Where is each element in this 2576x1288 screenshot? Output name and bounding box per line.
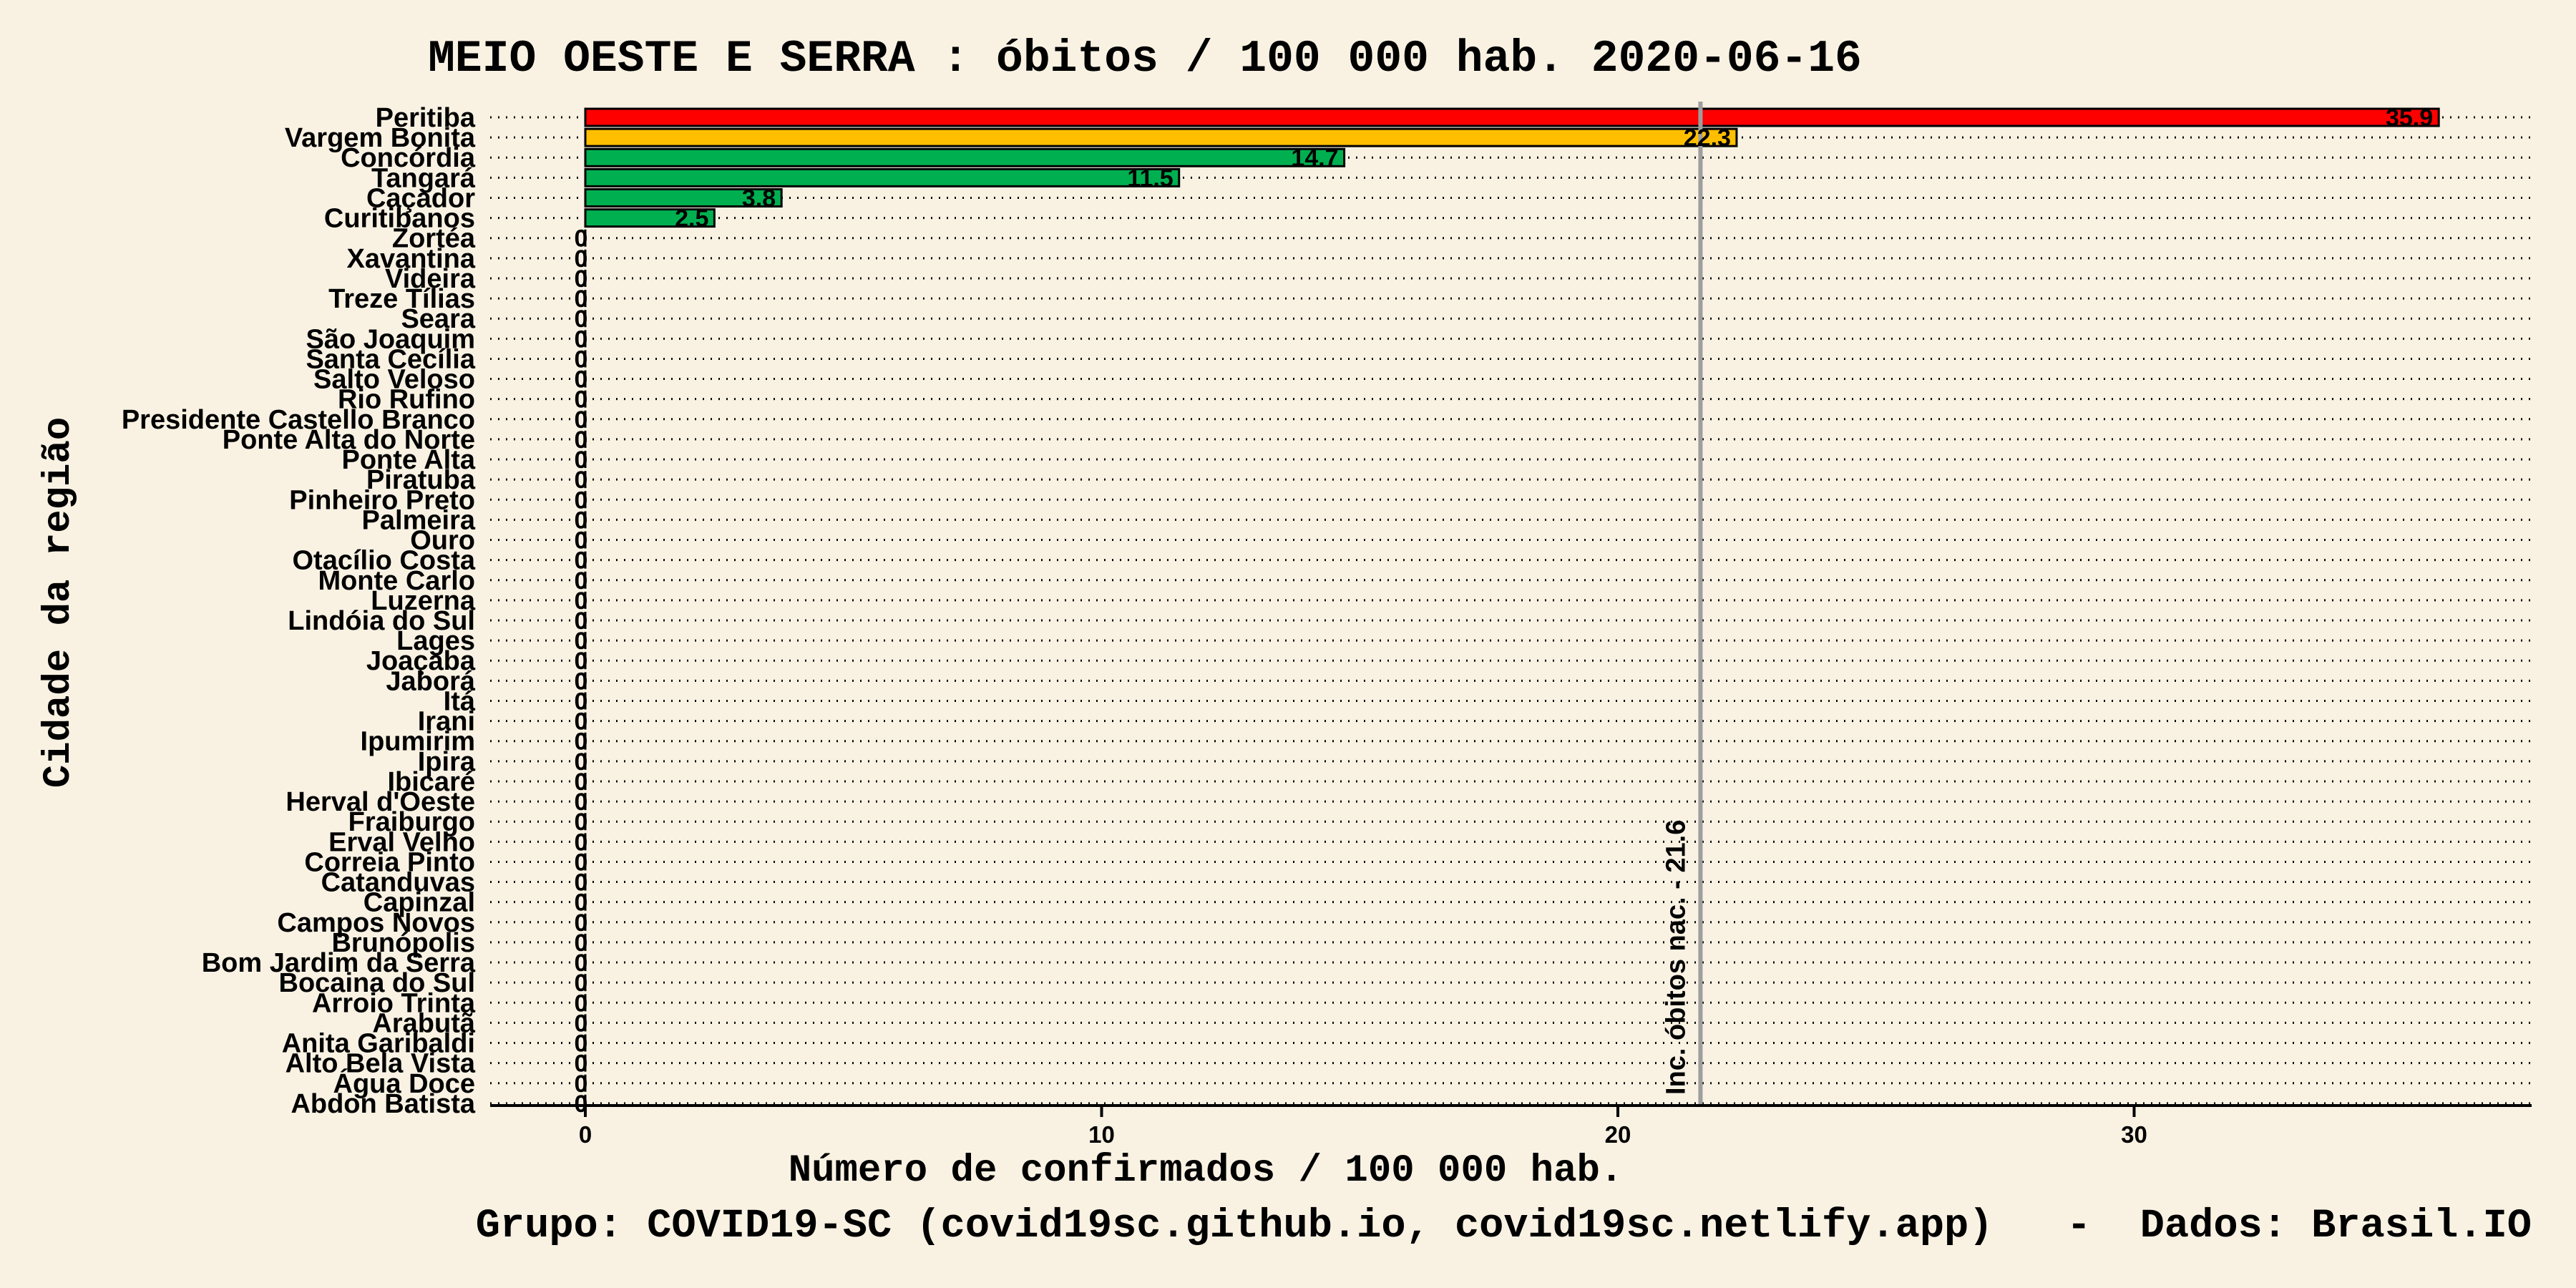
data-label: 2.5 bbox=[675, 205, 708, 233]
data-label: 14.7 bbox=[1291, 145, 1338, 172]
x-tick-label: 10 bbox=[1088, 1121, 1115, 1148]
bar bbox=[584, 107, 2440, 127]
chart: MEIO OESTE E SERRA : óbitos / 100 000 ha… bbox=[37, 34, 2532, 1249]
x-tick-label: 20 bbox=[1605, 1121, 1631, 1148]
bars bbox=[584, 107, 2440, 1112]
value-labels: 35.922.314.711.53.82.5000000000000000000… bbox=[575, 104, 2434, 1118]
chart-title: MEIO OESTE E SERRA : óbitos / 100 000 ha… bbox=[428, 34, 1862, 84]
y-axis-title: Cidade da região bbox=[37, 417, 81, 788]
x-axis: 0 10 20 30 bbox=[490, 1104, 2532, 1148]
grid-lines bbox=[490, 116, 2532, 1105]
data-label: 11.5 bbox=[1127, 165, 1173, 192]
reference-line-label: Inc. óbitos nac. - 21.6 bbox=[1661, 820, 1691, 1095]
x-axis-title: Número de confirmados / 100 000 hab. bbox=[789, 1149, 1624, 1193]
bar bbox=[584, 127, 1738, 147]
reference-line-group: Inc. óbitos nac. - 21.6 bbox=[1661, 102, 1703, 1106]
y-tick-label: Abdon Batista bbox=[291, 1089, 475, 1119]
caption: Grupo: COVID19-SC (covid19sc.github.io, … bbox=[476, 1204, 2532, 1249]
x-tick-label: 30 bbox=[2121, 1121, 2147, 1148]
y-tick-labels: PeritibaVargem BonitaConcórdiaTangaráCaç… bbox=[122, 103, 476, 1119]
data-label: 22.3 bbox=[1684, 125, 1731, 152]
x-tick-label: 0 bbox=[579, 1121, 592, 1148]
data-label: 3.8 bbox=[742, 185, 776, 212]
data-label: 35.9 bbox=[2386, 104, 2433, 132]
bar bbox=[584, 167, 1181, 187]
bar bbox=[584, 147, 1346, 167]
